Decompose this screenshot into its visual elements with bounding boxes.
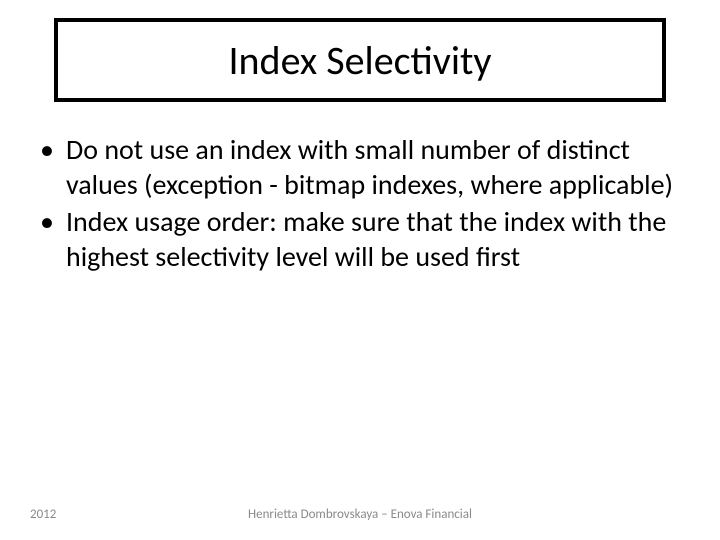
- footer-author: Henrietta Dombrovskaya – Enova Financial: [0, 507, 720, 522]
- bullet-text: Index usage order: make sure that the in…: [66, 204, 684, 274]
- bullet-text: Do not use an index with small number of…: [66, 132, 684, 202]
- title-box: Index Selectivity: [54, 18, 666, 102]
- bullet-list: • Do not use an index with small number …: [36, 132, 684, 276]
- bullet-icon: •: [36, 204, 66, 239]
- list-item: • Do not use an index with small number …: [36, 132, 684, 202]
- bullet-icon: •: [36, 132, 66, 167]
- slide-title: Index Selectivity: [228, 36, 491, 85]
- list-item: • Index usage order: make sure that the …: [36, 204, 684, 274]
